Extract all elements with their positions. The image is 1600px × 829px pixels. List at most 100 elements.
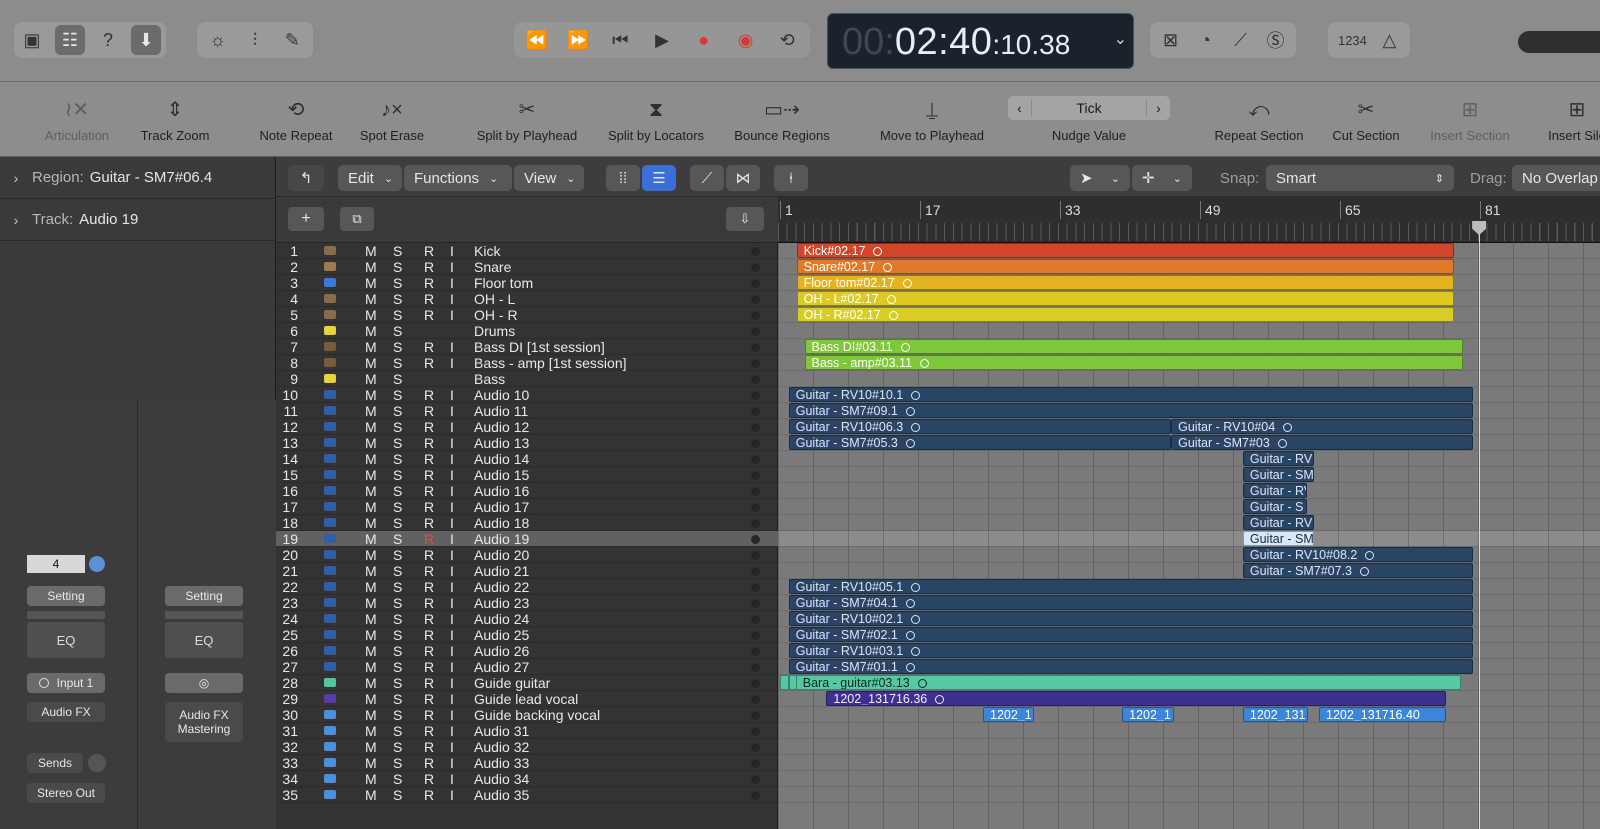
pan-knob[interactable] [89, 556, 105, 572]
record-enable-button[interactable]: R [424, 259, 434, 275]
input-monitor-button[interactable]: I [450, 739, 454, 755]
region[interactable]: Guitar - SM7#01.1 [788, 659, 1473, 674]
track-name[interactable]: Audio 18 [474, 515, 529, 531]
region[interactable]: Floor tom#02.17 [796, 275, 1454, 290]
track-row[interactable]: 20 M S R I Audio 20 [276, 547, 778, 563]
track-status-dot[interactable] [751, 279, 760, 288]
solo-button[interactable]: S [393, 467, 402, 483]
region[interactable]: 1202_1 [983, 707, 1034, 722]
region[interactable]: Guitar - RV10#06.3 [788, 419, 1172, 434]
input-monitor-button[interactable]: I [450, 483, 454, 499]
input-monitor-button[interactable]: I [450, 579, 454, 595]
input-monitor-button[interactable]: I [450, 275, 454, 291]
region[interactable] [780, 675, 789, 690]
grid-view-icon[interactable]: ⁞⁞ [606, 165, 640, 191]
mute-button[interactable]: M [365, 467, 377, 483]
track-name[interactable]: Audio 16 [474, 483, 529, 499]
mute-button[interactable]: M [365, 403, 377, 419]
toolbar-split-by-playhead[interactable]: ✂ Split by Playhead [467, 82, 587, 157]
region[interactable]: OH - L#02.17 [796, 291, 1454, 306]
region[interactable]: Bara - guitar#03.13 [795, 675, 1461, 690]
input-monitor-button[interactable]: I [450, 675, 454, 691]
track-status-dot[interactable] [751, 711, 760, 720]
chevron-down-icon[interactable]: ⌄ [1114, 29, 1127, 49]
track-status-dot[interactable] [751, 439, 760, 448]
play-icon[interactable]: ▶ [647, 25, 677, 55]
track-row[interactable]: 21 M S R I Audio 21 [276, 563, 778, 579]
editors-pencil-icon[interactable]: ✎ [278, 25, 307, 55]
solo-icon[interactable]: Ⓢ [1261, 25, 1290, 55]
solo-button[interactable]: S [393, 787, 402, 803]
region[interactable]: Guitar - RV10#08.2 [1242, 547, 1473, 562]
low-latency-icon[interactable]: ⊠ [1156, 25, 1185, 55]
mute-button[interactable]: M [365, 243, 377, 259]
mute-button[interactable]: M [365, 323, 377, 339]
record-enable-button[interactable]: R [424, 563, 434, 579]
track-name[interactable]: Guide backing vocal [474, 707, 600, 723]
metronome-icon[interactable]: △ [1375, 25, 1404, 55]
autopunch-icon[interactable]: ◔ [1191, 25, 1220, 55]
track-row[interactable]: 19 M S R I Audio 19 [276, 531, 778, 547]
list-view-icon[interactable]: ☰ [642, 165, 676, 191]
eq-display[interactable]: EQ [165, 622, 243, 658]
smart-controls-icon[interactable]: ☼ [203, 25, 232, 55]
track-name[interactable]: Audio 34 [474, 771, 529, 787]
mute-button[interactable]: M [365, 435, 377, 451]
track-row[interactable]: 32 M S R I Audio 32 [276, 739, 778, 755]
track-lane[interactable] [778, 467, 1600, 483]
mute-button[interactable]: M [365, 723, 377, 739]
track-name[interactable]: Audio 27 [474, 659, 529, 675]
mute-button[interactable]: M [365, 483, 377, 499]
track-lane[interactable] [778, 531, 1600, 547]
playhead[interactable] [1479, 221, 1481, 829]
track-status-dot[interactable] [751, 567, 760, 576]
mute-button[interactable]: M [365, 739, 377, 755]
solo-button[interactable]: S [393, 579, 402, 595]
eq-display[interactable]: EQ [27, 622, 105, 658]
track-row[interactable]: 7 M S R I Bass DI [1st session] [276, 339, 778, 355]
input-monitor-button[interactable]: I [450, 723, 454, 739]
track-row[interactable]: 18 M S R I Audio 18 [276, 515, 778, 531]
fast-forward-icon[interactable]: ⏩ [564, 25, 594, 55]
track-status-dot[interactable] [751, 615, 760, 624]
input-monitor-button[interactable]: I [450, 339, 454, 355]
mute-button[interactable]: M [365, 643, 377, 659]
track-lane[interactable] [778, 563, 1600, 579]
bar-ruler[interactable]: 1 17 33 49 65 81 [778, 197, 1600, 243]
track-row[interactable]: 14 M S R I Audio 14 [276, 451, 778, 467]
track-row[interactable]: 13 M S R I Audio 13 [276, 435, 778, 451]
track-lane[interactable] [778, 771, 1600, 787]
audio-fx-slot[interactable]: Audio FX [27, 702, 105, 722]
region[interactable]: Guitar - RV1 [1242, 515, 1314, 530]
solo-button[interactable]: S [393, 563, 402, 579]
solo-button[interactable]: S [393, 499, 402, 515]
track-status-dot[interactable] [751, 775, 760, 784]
track-name[interactable]: Audio 11 [474, 403, 528, 419]
input-monitor-button[interactable]: I [450, 563, 454, 579]
track-lane[interactable] [778, 547, 1600, 563]
track-name[interactable]: Audio 19 [474, 531, 529, 547]
track-row[interactable]: 16 M S R I Audio 16 [276, 483, 778, 499]
nudge-value-control[interactable]: ‹ Tick › [1008, 96, 1170, 120]
track-row[interactable]: 10 M S R I Audio 10 [276, 387, 778, 403]
record-enable-button[interactable]: R [424, 403, 434, 419]
track-row[interactable]: 29 M S R I Guide lead vocal [276, 691, 778, 707]
solo-button[interactable]: S [393, 275, 402, 291]
count-in-button[interactable]: 1234 [1334, 25, 1371, 55]
track-status-dot[interactable] [751, 359, 760, 368]
track-lane[interactable] [778, 707, 1600, 723]
track-lane[interactable] [778, 739, 1600, 755]
track-status-dot[interactable] [751, 343, 760, 352]
region[interactable]: Guitar - RV1 [1242, 451, 1314, 466]
record-enable-button[interactable]: R [424, 611, 434, 627]
mute-button[interactable]: M [365, 291, 377, 307]
record-enable-button[interactable]: R [424, 387, 434, 403]
track-row[interactable]: 27 M S R I Audio 27 [276, 659, 778, 675]
solo-button[interactable]: S [393, 643, 402, 659]
edit-menu[interactable]: Edit ⌄ [338, 165, 402, 191]
region[interactable]: Kick#02.17 [796, 243, 1454, 258]
track-name[interactable]: Audio 32 [474, 739, 529, 755]
track-name[interactable]: Floor tom [474, 275, 533, 291]
solo-button[interactable]: S [393, 627, 402, 643]
track-row[interactable]: 2 M S R I Snare [276, 259, 778, 275]
